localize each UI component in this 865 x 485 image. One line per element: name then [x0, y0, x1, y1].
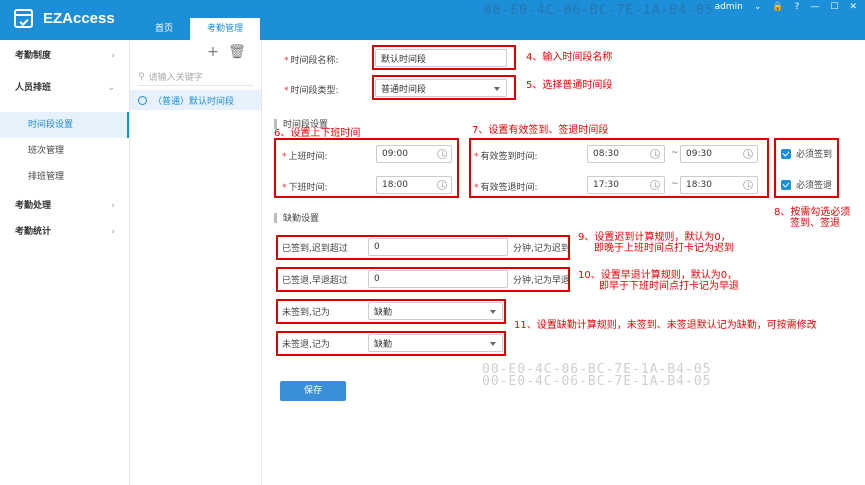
late-rule-label: 已签到,迟到超过: [282, 243, 348, 254]
list-item-label: （普通）默认时间段: [153, 96, 235, 107]
signin-window-label: * 有效签到时间:: [474, 152, 538, 162]
type-label: * 时间段类型:: [284, 86, 339, 96]
sidebar-item-schedule[interactable]: 排班管理: [0, 164, 129, 190]
sidebar-group-policy[interactable]: 考勤制度 ›: [0, 40, 129, 72]
clock-icon: [437, 149, 447, 159]
lock-icon[interactable]: 🔒: [772, 2, 783, 12]
annotation-step5: 5、选择普通时间段: [526, 80, 613, 91]
section-title: 缺勤设置: [274, 211, 319, 224]
chevron-down-icon: ⌄: [107, 83, 115, 93]
time-period-list: + 🗑 ⚲ 请输入关键字 （普通）默认时间段: [130, 40, 262, 485]
clock-icon: [743, 180, 753, 190]
section-bar: [274, 118, 277, 129]
no-signin-label: 未签到,记为: [282, 307, 330, 318]
off-time-label: * 下班时间:: [282, 183, 328, 193]
off-time-field[interactable]: 18:00: [376, 176, 452, 194]
tab-home[interactable]: 首页: [138, 18, 190, 40]
maximize-icon[interactable]: ☐: [830, 2, 838, 12]
search-placeholder: 请输入关键字: [148, 73, 203, 83]
top-bar: EZAccess 首页 考勤管理 admin ⌄ 🔒 ? — ☐ ✕: [0, 0, 865, 40]
sidebar-group-label: 考勤处理: [15, 201, 52, 211]
list-item[interactable]: （普通）默认时间段: [130, 90, 261, 110]
signin-to-field[interactable]: 09:30: [680, 145, 758, 163]
app-logo: EZAccess: [14, 9, 115, 28]
annotation-step7: 7、设置有效签到、签退时间段: [472, 125, 609, 136]
user-name[interactable]: admin: [715, 2, 743, 12]
add-icon[interactable]: +: [201, 44, 225, 60]
annotation-step8-line2: 签到、签退: [790, 218, 840, 229]
list-actions: + 🗑: [201, 44, 249, 60]
range-separator: ~: [671, 148, 679, 158]
chevron-right-icon: ›: [111, 227, 115, 237]
watermark-text: 00-E0-4C-06-BC-7E-1A-B4-05: [482, 374, 712, 389]
late-minutes-field[interactable]: 0: [368, 238, 508, 256]
sidebar-group-label: 人员排班: [15, 83, 52, 93]
annotation-step10-line2: 即早于下班时间点打卡记为早退: [599, 281, 739, 292]
early-rule-label: 已签退,早退超过: [282, 275, 348, 286]
caret-down-icon: [490, 342, 496, 346]
caret-down-icon: [490, 310, 496, 314]
annotation-step11: 11、设置缺勤计算规则，未签到、未签退默认记为缺勤，可按需修改: [514, 320, 817, 331]
checkbox-checked-icon: [781, 148, 791, 159]
highlight-box: [372, 45, 516, 70]
no-signin-select[interactable]: 缺勤: [368, 302, 503, 320]
clock-icon: [743, 149, 753, 159]
search-input[interactable]: ⚲ 请输入关键字: [138, 68, 254, 86]
clock-icon: [650, 149, 660, 159]
no-signout-label: 未签退,记为: [282, 339, 330, 350]
top-nav: 首页 考勤管理: [138, 18, 261, 40]
clock-icon: [138, 95, 147, 105]
sidebar: 考勤制度 › 人员排班 ⌄ 时间段设置 班次管理 排班管理 考勤处理 › 考勤统…: [0, 40, 130, 485]
annotation-step9-line2: 即晚于上班时间点打卡记为迟到: [594, 243, 734, 254]
name-label: * 时间段名称:: [284, 56, 339, 66]
sidebar-item-time-period[interactable]: 时间段设置: [0, 112, 129, 138]
minimize-icon[interactable]: —: [810, 2, 819, 12]
watermark-text: 00-E0-4C-06-BC-7E-1A-B4-05: [484, 3, 714, 18]
no-signout-select[interactable]: 缺勤: [368, 334, 503, 352]
early-minutes-field[interactable]: 0: [368, 270, 508, 288]
chevron-right-icon: ›: [111, 51, 115, 61]
on-time-label: * 上班时间:: [282, 152, 328, 162]
app-title: EZAccess: [43, 10, 115, 27]
tab-attendance[interactable]: 考勤管理: [190, 18, 261, 40]
clock-icon: [437, 180, 447, 190]
on-time-field[interactable]: 09:00: [376, 145, 452, 163]
search-icon: ⚲: [138, 71, 145, 82]
chevron-down-icon[interactable]: ⌄: [754, 2, 762, 12]
calendar-check-icon: [14, 9, 33, 28]
range-separator: ~: [671, 179, 679, 189]
section-bar: [274, 212, 277, 223]
help-icon[interactable]: ?: [795, 2, 800, 12]
time-period-form: * 时间段名称: 默认时间段 4、输入时间段名称 * 时间段类型: 普通时间段 5、…: [262, 40, 865, 485]
sidebar-item-shift[interactable]: 班次管理: [0, 138, 129, 164]
sidebar-group-statistics[interactable]: 考勤统计 ›: [0, 216, 129, 248]
window-controls: admin ⌄ 🔒 ? — ☐ ✕: [704, 2, 857, 12]
sidebar-group-scheduling[interactable]: 人员排班 ⌄: [0, 72, 129, 104]
delete-icon[interactable]: 🗑: [225, 44, 249, 60]
signin-from-field[interactable]: 08:30: [587, 145, 665, 163]
must-signin-checkbox[interactable]: 必须签到: [781, 147, 832, 160]
signout-from-field[interactable]: 17:30: [587, 176, 665, 194]
sidebar-group-label: 考勤制度: [15, 51, 52, 61]
early-rule-suffix: 分钟,记为早退: [513, 275, 570, 286]
sidebar-group-label: 考勤统计: [15, 227, 52, 237]
annotation-step4: 4、输入时间段名称: [526, 52, 613, 63]
signout-window-label: * 有效签退时间:: [474, 183, 538, 193]
must-signout-checkbox[interactable]: 必须签退: [781, 178, 832, 191]
signout-to-field[interactable]: 18:30: [680, 176, 758, 194]
late-rule-suffix: 分钟,记为迟到: [513, 243, 570, 254]
save-button[interactable]: 保存: [280, 381, 346, 401]
clock-icon: [650, 180, 660, 190]
checkbox-checked-icon: [781, 179, 791, 190]
close-icon[interactable]: ✕: [849, 2, 857, 12]
highlight-box: [372, 75, 516, 100]
